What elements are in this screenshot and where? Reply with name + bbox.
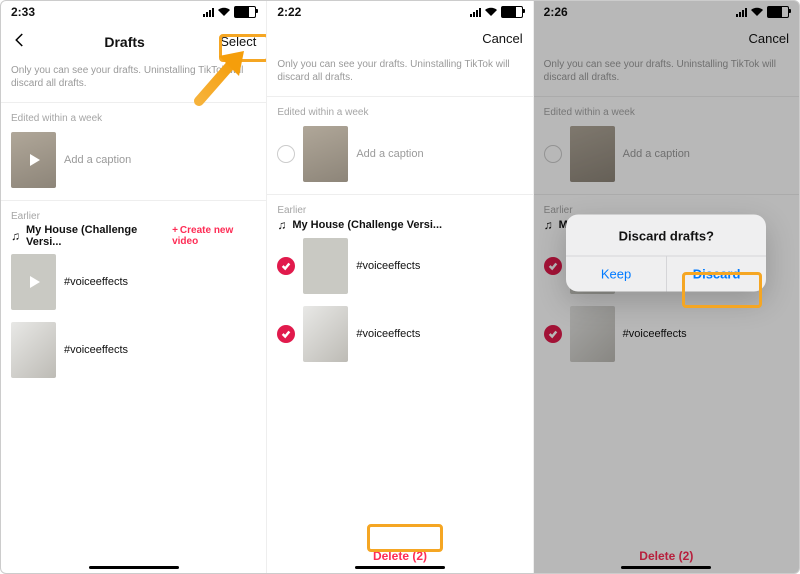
signal-icon	[470, 8, 481, 17]
wifi-icon	[484, 7, 498, 17]
status-bar: 2:33	[1, 1, 266, 23]
signal-icon	[203, 8, 214, 17]
draft-item-2[interactable]: #voiceeffects	[1, 316, 266, 384]
draft-thumb	[303, 126, 348, 182]
draft-thumb	[303, 306, 348, 362]
draft-item-2[interactable]: #voiceeffects	[267, 300, 532, 368]
draft-thumb	[11, 254, 56, 310]
status-time: 2:33	[11, 5, 35, 19]
music-title: My House (Challenge Versi...	[292, 219, 442, 231]
music-note-icon: ♫	[11, 229, 20, 243]
music-note-icon: ♫	[277, 218, 286, 232]
music-title: My House (Challenge Versi...	[26, 224, 166, 248]
draft-placeholder: Add a caption	[64, 154, 131, 166]
draft-thumb	[303, 238, 348, 294]
status-bar: 2:22	[267, 1, 532, 23]
info-note: Only you can see your drafts. Uninstalli…	[267, 58, 532, 97]
nav-bar: Cancel	[267, 23, 532, 58]
draft-caption: #voiceeffects	[64, 276, 128, 288]
section-recent: Edited within a week	[1, 103, 266, 126]
screen-1-drafts: 2:33 Drafts Select Only you can see your…	[1, 1, 267, 573]
music-row: ♫ My House (Challenge Versi...	[267, 218, 532, 232]
select-circle-unchecked[interactable]	[277, 145, 295, 163]
screen-2-selection: 2:22 Cancel Only you can see your drafts…	[267, 1, 533, 573]
confirm-dialog: Discard drafts? Keep Discard	[566, 214, 766, 291]
info-note: Only you can see your drafts. Uninstalli…	[1, 64, 266, 103]
dialog-title: Discard drafts?	[566, 214, 766, 256]
keep-button[interactable]: Keep	[566, 256, 667, 291]
battery-icon	[234, 6, 256, 18]
delete-button[interactable]: Delete (2)	[373, 549, 427, 563]
draft-caption: #voiceeffects	[356, 328, 420, 340]
footer: Delete (2)	[267, 535, 532, 573]
section-recent: Edited within a week	[267, 97, 532, 120]
cancel-button[interactable]: Cancel	[482, 31, 522, 46]
draft-item-1[interactable]: #voiceeffects	[1, 248, 266, 316]
battery-icon	[501, 6, 523, 18]
home-indicator	[355, 566, 445, 569]
status-time: 2:22	[277, 5, 301, 19]
footer	[1, 549, 266, 573]
draft-item-recent[interactable]: Add a caption	[267, 120, 532, 188]
select-button[interactable]: Select	[220, 34, 256, 49]
draft-placeholder: Add a caption	[356, 148, 423, 160]
page-title: Drafts	[104, 34, 144, 50]
draft-caption: #voiceeffects	[64, 344, 128, 356]
discard-button[interactable]: Discard	[667, 256, 767, 291]
draft-caption: #voiceeffects	[356, 260, 420, 272]
draft-item-1[interactable]: #voiceeffects	[267, 232, 532, 300]
wifi-icon	[217, 7, 231, 17]
home-indicator	[89, 566, 179, 569]
select-circle-checked[interactable]	[277, 257, 295, 275]
draft-thumb	[11, 132, 56, 188]
create-new-video-link[interactable]: +Create new video	[172, 225, 256, 247]
nav-bar: Drafts Select	[1, 23, 266, 64]
back-button[interactable]	[11, 31, 29, 52]
section-earlier: Earlier	[1, 201, 266, 224]
select-circle-checked[interactable]	[277, 325, 295, 343]
draft-thumb	[11, 322, 56, 378]
music-row: ♫ My House (Challenge Versi... +Create n…	[1, 224, 266, 248]
draft-item-recent[interactable]: Add a caption	[1, 126, 266, 194]
section-earlier: Earlier	[267, 195, 532, 218]
screen-3-confirm: 2:26 Cancel Only you can see your drafts…	[534, 1, 799, 573]
